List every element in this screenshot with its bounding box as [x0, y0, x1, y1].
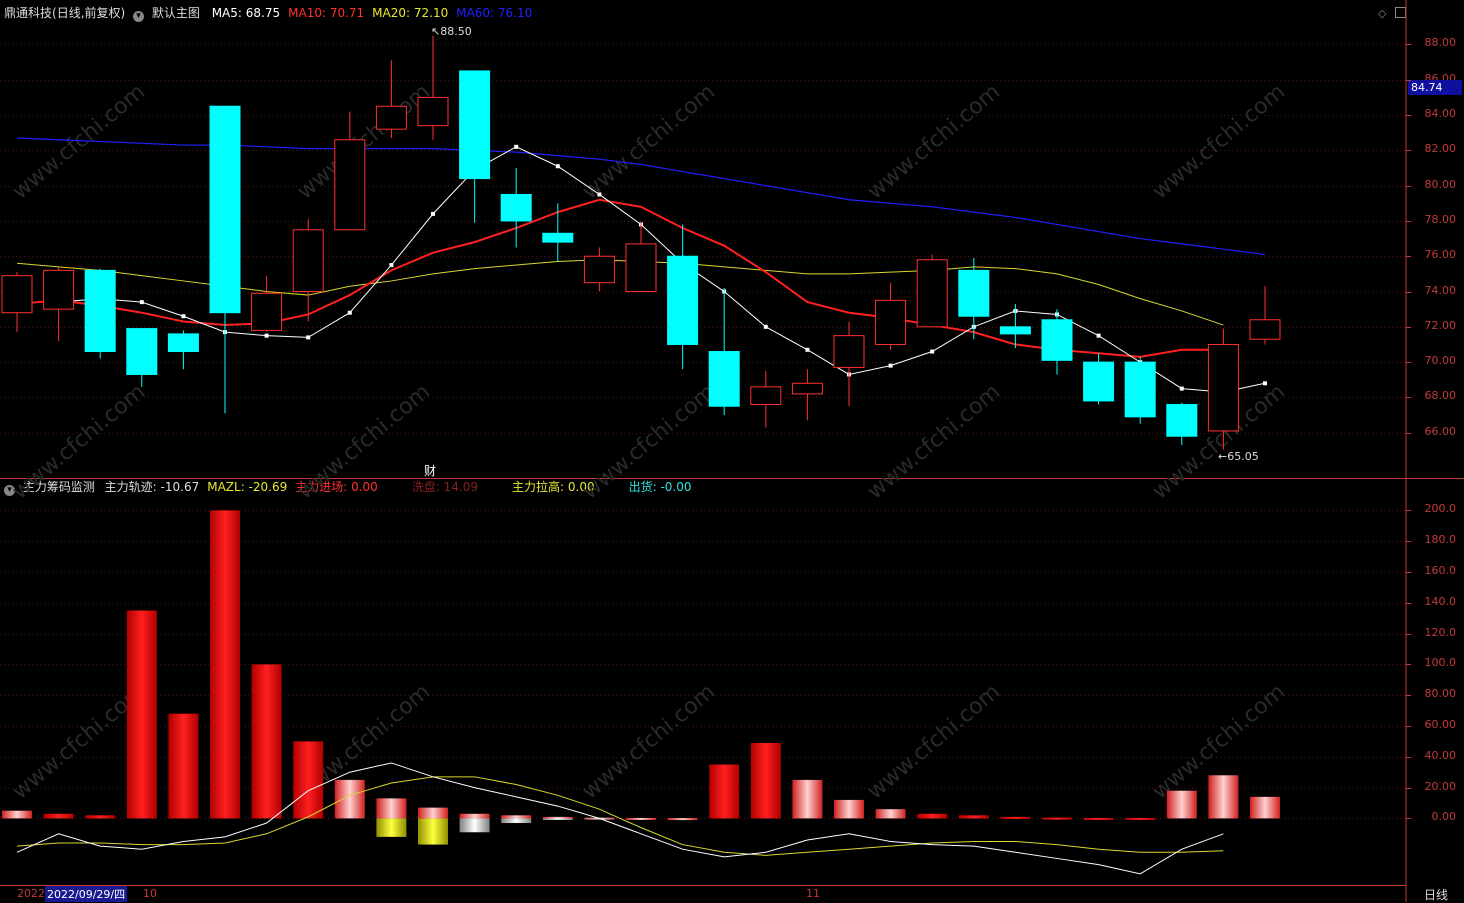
- ma5-point: [181, 314, 186, 319]
- ma5-point: [514, 144, 519, 149]
- candle-body: [625, 243, 657, 293]
- indicator-bar: [85, 815, 116, 819]
- ma5-point: [139, 300, 144, 305]
- candle-body: [791, 382, 823, 395]
- indicator-bar: [958, 815, 989, 819]
- candle-body: [542, 232, 574, 243]
- indicator-bar: [709, 764, 740, 819]
- candle-body: [334, 139, 366, 231]
- indicator-bar: [1042, 817, 1072, 820]
- indicator-neg-bar: [501, 818, 532, 824]
- watermark-text: www.cfchi.com: [578, 679, 720, 804]
- candle-body: [916, 259, 948, 328]
- indicator-bar: [1166, 790, 1197, 819]
- candle-body: [667, 255, 699, 345]
- candle-body: [1, 275, 33, 314]
- candle-body: [417, 96, 449, 127]
- ma5-point: [763, 324, 768, 329]
- indicator-bar: [834, 799, 864, 819]
- candle-body: [500, 193, 532, 222]
- candle-body: [459, 70, 491, 180]
- indicator-bar: [126, 610, 157, 819]
- candle-body: [251, 292, 283, 331]
- indicator-bar: [293, 741, 324, 819]
- ma5-point: [1179, 386, 1184, 391]
- indicator-bar: [1250, 796, 1280, 819]
- indicator-bar: [168, 713, 199, 819]
- candle-body: [833, 335, 865, 368]
- indicator-bar: [792, 779, 823, 819]
- candle-body: [292, 229, 324, 293]
- candle-body: [1166, 403, 1198, 437]
- candle-body: [958, 269, 990, 317]
- indicator-bar: [376, 798, 407, 819]
- ma5-point: [431, 211, 435, 216]
- watermark-text: www.cfchi.com: [8, 79, 150, 204]
- watermark-text: www.cfchi.com: [1148, 79, 1290, 204]
- indicator-neg-bar: [459, 818, 490, 833]
- watermark-text: www.cfchi.com: [578, 379, 720, 504]
- watermark-text: www.cfchi.com: [293, 379, 435, 504]
- candle-body: [1249, 319, 1281, 340]
- indicator-bar: [210, 510, 240, 819]
- candle-body: [43, 269, 75, 310]
- candle-body: [708, 351, 740, 407]
- candle-body: [875, 299, 907, 345]
- indicator-bar: [418, 807, 448, 819]
- candle-body: [1207, 343, 1239, 432]
- indicator-bar: [875, 809, 906, 819]
- watermark-text: www.cfchi.com: [8, 379, 150, 504]
- candle-body: [167, 333, 199, 353]
- indicator-bar: [1083, 817, 1114, 820]
- candle-body: [1124, 361, 1156, 418]
- ma5-point: [555, 164, 560, 169]
- candle-body: [209, 105, 241, 314]
- indicator-bar: [251, 664, 282, 819]
- ma5-point: [805, 347, 810, 352]
- candle-body: [84, 269, 116, 353]
- indicator-bar: [459, 813, 490, 819]
- candle-body: [583, 255, 615, 284]
- candle-body: [1041, 319, 1073, 361]
- watermark-text: www.cfchi.com: [863, 379, 1005, 504]
- indicator-bar: [1000, 816, 1031, 819]
- indicator-bar: [2, 810, 32, 819]
- ma5-point: [930, 349, 935, 354]
- candle-body: [1083, 361, 1115, 402]
- candle-body: [750, 386, 782, 405]
- ma5-point: [597, 192, 602, 197]
- ma5-point: [347, 310, 352, 315]
- indicator-bar: [917, 813, 948, 819]
- watermark-text: www.cfchi.com: [863, 79, 1005, 204]
- watermark-text: www.cfchi.com: [863, 679, 1005, 804]
- indicator-neg-bar: [542, 818, 573, 820]
- indicator-neg-bar: [418, 818, 448, 845]
- indicator-bar: [43, 813, 74, 819]
- ma5-point: [888, 363, 893, 368]
- indicator-bar: [334, 779, 365, 819]
- watermark-text: www.cfchi.com: [578, 79, 720, 204]
- indicator-bar: [667, 818, 698, 821]
- candle-body: [126, 328, 158, 375]
- indicator-bar: [1208, 775, 1239, 819]
- indicator-bar: [501, 815, 532, 819]
- ma5-point: [306, 335, 311, 340]
- ma5-point: [1096, 333, 1101, 338]
- ma5-point: [1263, 381, 1267, 386]
- ma5-point: [264, 333, 269, 338]
- stock-chart[interactable]: www.cfchi.com www.cfchi.com www.cfchi.com w…: [0, 0, 1464, 902]
- indicator-bar: [1125, 817, 1156, 820]
- indicator-bar: [750, 742, 781, 819]
- candle-body: [375, 105, 407, 130]
- indicator-neg-bar: [376, 818, 407, 837]
- ma5-point: [389, 263, 394, 268]
- indicator-bar: [626, 817, 656, 820]
- candle-body: [999, 326, 1031, 335]
